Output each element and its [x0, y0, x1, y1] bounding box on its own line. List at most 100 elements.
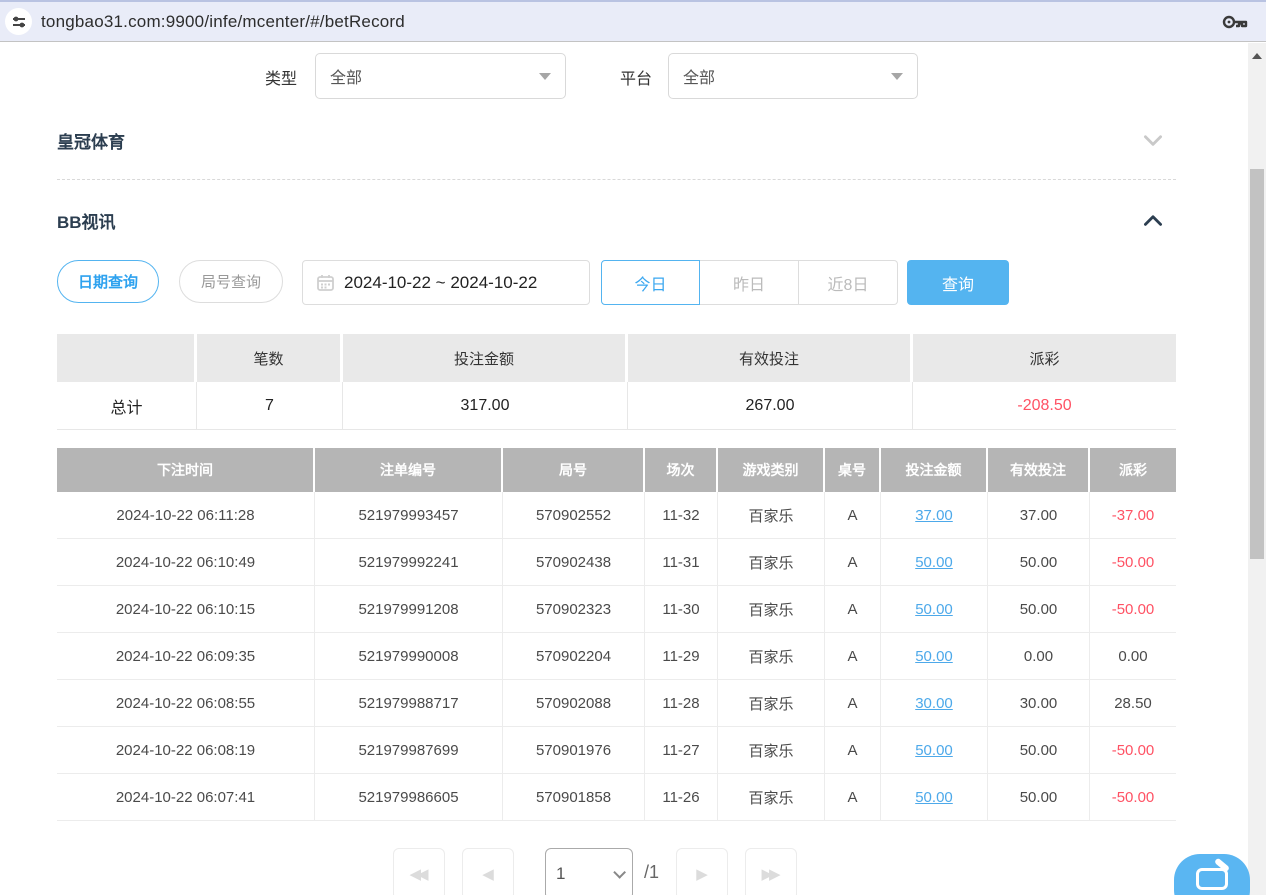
- bet-amount-link[interactable]: 30.00: [915, 695, 953, 712]
- cell-round-id: 570902323: [503, 586, 645, 633]
- cell-bet-id: 521979987699: [315, 727, 503, 774]
- summary-table: 笔数 投注金额 有效投注 派彩 总计 7 317.00 267.00 -208.…: [57, 334, 1176, 430]
- bet-amount-link[interactable]: 50.00: [915, 554, 953, 571]
- type-filter-value: 全部: [330, 64, 362, 88]
- section-divider: [57, 179, 1176, 180]
- yesterday-button[interactable]: 昨日: [700, 260, 799, 305]
- round-query-tab[interactable]: 局号查询: [179, 260, 283, 303]
- scrollbar-up-arrow[interactable]: [1252, 53, 1262, 59]
- page-select[interactable]: 1: [545, 848, 633, 895]
- cell-table-no: A: [825, 492, 881, 539]
- cell-game-type: 百家乐: [718, 680, 825, 727]
- cell-game-type: 百家乐: [718, 586, 825, 633]
- page-scrollbar[interactable]: [1248, 43, 1266, 895]
- prev-page-button[interactable]: ◀: [462, 848, 514, 895]
- bet-amount-link[interactable]: 37.00: [915, 507, 953, 524]
- platform-filter-label: 平台: [620, 65, 652, 89]
- date-range-input[interactable]: 2024-10-22 ~ 2024-10-22: [302, 260, 590, 305]
- select-chevron-icon: [613, 866, 626, 879]
- summary-header-blank: [57, 334, 197, 382]
- summary-total-label: 总计: [57, 382, 197, 430]
- page-select-value: 1: [556, 864, 565, 884]
- cell-table-no: A: [825, 727, 881, 774]
- url-text[interactable]: tongbao31.com:9900/infe/mcenter/#/betRec…: [41, 12, 405, 32]
- date-range-value: 2024-10-22 ~ 2024-10-22: [344, 273, 537, 293]
- cell-payout: -50.00: [1090, 586, 1176, 633]
- summary-total-row: 总计 7 317.00 267.00 -208.50: [57, 382, 1176, 430]
- col-header-round-id: 局号: [503, 448, 645, 492]
- cell-valid-bet: 50.00: [988, 774, 1090, 821]
- summary-header-valid-bet: 有效投注: [628, 334, 913, 382]
- cell-round-id: 570902438: [503, 539, 645, 586]
- cell-bet-id: 521979993457: [315, 492, 503, 539]
- cell-game-type: 百家乐: [718, 633, 825, 680]
- cell-table-no: A: [825, 539, 881, 586]
- cell-bet-time: 2024-10-22 06:07:41: [57, 774, 315, 821]
- cell-session: 11-28: [645, 680, 718, 727]
- table-row: 2024-10-22 06:10:15 521979991208 5709023…: [57, 586, 1176, 633]
- summary-payout-value: -208.50: [913, 382, 1176, 430]
- last-page-button[interactable]: ▶▶: [745, 848, 797, 895]
- chevron-up-icon[interactable]: [1140, 207, 1166, 233]
- bet-amount-link[interactable]: 50.00: [915, 648, 953, 665]
- chevron-down-icon[interactable]: [1140, 127, 1166, 153]
- cell-bet-time: 2024-10-22 06:09:35: [57, 633, 315, 680]
- col-header-valid-bet: 有效投注: [988, 448, 1090, 492]
- site-settings-icon[interactable]: [5, 8, 32, 35]
- table-row: 2024-10-22 06:07:41 521979986605 5709018…: [57, 774, 1176, 821]
- customer-service-button[interactable]: [1174, 854, 1250, 895]
- browser-address-bar: tongbao31.com:9900/infe/mcenter/#/betRec…: [0, 0, 1266, 42]
- cell-bet-time: 2024-10-22 06:11:28: [57, 492, 315, 539]
- search-button[interactable]: 查询: [907, 260, 1009, 305]
- cell-valid-bet: 50.00: [988, 727, 1090, 774]
- cell-round-id: 570901858: [503, 774, 645, 821]
- cell-bet-id: 521979992241: [315, 539, 503, 586]
- platform-filter-value: 全部: [683, 64, 715, 88]
- chat-edit-icon: [1196, 868, 1228, 890]
- cell-bet-time: 2024-10-22 06:10:49: [57, 539, 315, 586]
- scrollbar-thumb[interactable]: [1250, 169, 1264, 559]
- table-row: 2024-10-22 06:11:28 521979993457 5709025…: [57, 492, 1176, 539]
- col-header-bet-amount: 投注金额: [881, 448, 988, 492]
- bet-amount-link[interactable]: 50.00: [915, 601, 953, 618]
- pagination: ◀◀ ◀ 1 /1 ▶ ▶▶: [0, 848, 1190, 895]
- cell-bet-id: 521979988717: [315, 680, 503, 727]
- cell-payout: -50.00: [1090, 727, 1176, 774]
- section-title-bb-video[interactable]: BB视讯: [57, 208, 116, 233]
- date-query-tab[interactable]: 日期查询: [57, 260, 159, 303]
- cell-table-no: A: [825, 586, 881, 633]
- cell-bet-id: 521979986605: [315, 774, 503, 821]
- table-row: 2024-10-22 06:08:19 521979987699 5709019…: [57, 727, 1176, 774]
- cell-bet-id: 521979991208: [315, 586, 503, 633]
- summary-header-bet-amount: 投注金额: [343, 334, 628, 382]
- cell-round-id: 570902204: [503, 633, 645, 680]
- today-button[interactable]: 今日: [601, 260, 700, 305]
- col-header-session: 场次: [645, 448, 718, 492]
- bet-record-table: 下注时间 注单编号 局号 场次 游戏类别 桌号 投注金额 有效投注 派彩 202…: [57, 448, 1176, 821]
- section-title-crown-sports[interactable]: 皇冠体育: [57, 128, 125, 153]
- bet-amount-link[interactable]: 50.00: [915, 789, 953, 806]
- summary-header-count: 笔数: [197, 334, 343, 382]
- summary-count-value: 7: [197, 382, 343, 430]
- table-row: 2024-10-22 06:09:35 521979990008 5709022…: [57, 633, 1176, 680]
- first-page-button[interactable]: ◀◀: [393, 848, 445, 895]
- cell-session: 11-31: [645, 539, 718, 586]
- platform-filter-select[interactable]: 全部: [668, 53, 918, 99]
- bet-amount-link[interactable]: 50.00: [915, 742, 953, 759]
- cell-game-type: 百家乐: [718, 774, 825, 821]
- type-filter-select[interactable]: 全部: [315, 53, 566, 99]
- cell-bet-time: 2024-10-22 06:08:19: [57, 727, 315, 774]
- password-key-icon[interactable]: [1222, 14, 1248, 30]
- dropdown-caret-icon: [539, 73, 551, 80]
- summary-header-row: 笔数 投注金额 有效投注 派彩: [57, 334, 1176, 382]
- col-header-table-no: 桌号: [825, 448, 881, 492]
- cell-game-type: 百家乐: [718, 492, 825, 539]
- last-8-days-button[interactable]: 近8日: [799, 260, 898, 305]
- summary-valid-bet-value: 267.00: [628, 382, 913, 430]
- col-header-bet-id: 注单编号: [315, 448, 503, 492]
- next-page-button[interactable]: ▶: [676, 848, 728, 895]
- cell-session: 11-30: [645, 586, 718, 633]
- cell-payout: -50.00: [1090, 774, 1176, 821]
- cell-session: 11-27: [645, 727, 718, 774]
- cell-valid-bet: 37.00: [988, 492, 1090, 539]
